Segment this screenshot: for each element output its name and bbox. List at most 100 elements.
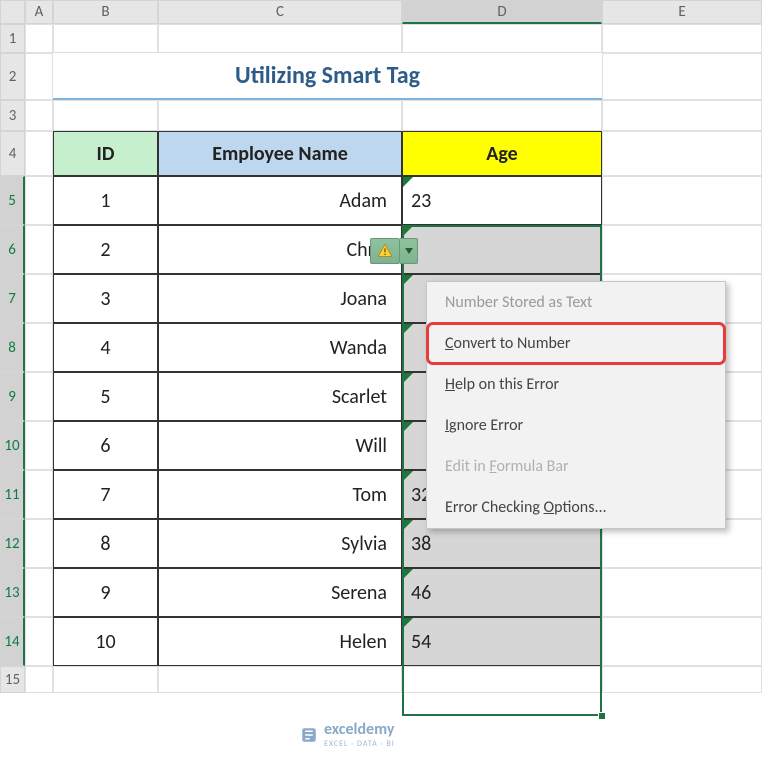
row-header-5[interactable]: 5 bbox=[0, 176, 25, 225]
menu-convert-to-number[interactable]: Convert to Number bbox=[427, 323, 725, 364]
cell[interactable] bbox=[25, 100, 53, 131]
error-indicator-icon bbox=[403, 324, 413, 334]
col-header-A[interactable]: A bbox=[25, 0, 53, 24]
smart-tag-dropdown[interactable] bbox=[400, 238, 418, 264]
cell-id[interactable]: 2 bbox=[53, 225, 158, 274]
cell[interactable] bbox=[25, 274, 53, 323]
row-header-9[interactable]: 9 bbox=[0, 372, 25, 421]
menu-title: Number Stored as Text bbox=[427, 282, 725, 323]
cell[interactable] bbox=[602, 53, 762, 100]
menu-help-on-error[interactable]: Help on this Error bbox=[427, 364, 725, 405]
cell-name[interactable]: Chris bbox=[158, 225, 402, 274]
cell-id[interactable]: 4 bbox=[53, 323, 158, 372]
cell-age[interactable]: 46 bbox=[402, 568, 602, 617]
cell-age[interactable]: 54 bbox=[402, 617, 602, 666]
cell[interactable] bbox=[25, 131, 53, 176]
menu-edit-formula-bar: Edit in Formula Bar bbox=[427, 446, 725, 487]
cell-name[interactable]: Joana bbox=[158, 274, 402, 323]
row-header-1[interactable]: 1 bbox=[0, 24, 25, 53]
cell-id[interactable]: 9 bbox=[53, 568, 158, 617]
cell-id[interactable]: 10 bbox=[53, 617, 158, 666]
error-indicator-icon bbox=[403, 471, 413, 481]
row-header-8[interactable]: 8 bbox=[0, 323, 25, 372]
cell-id[interactable]: 6 bbox=[53, 421, 158, 470]
cell-name[interactable]: Tom bbox=[158, 470, 402, 519]
cell-value: 23 bbox=[411, 189, 431, 213]
cell-name[interactable]: Wanda bbox=[158, 323, 402, 372]
cell[interactable] bbox=[25, 372, 53, 421]
row-header-7[interactable]: 7 bbox=[0, 274, 25, 323]
cell[interactable] bbox=[25, 421, 53, 470]
cell-age[interactable]: 23 bbox=[402, 176, 602, 225]
row-header-3[interactable]: 3 bbox=[0, 100, 25, 131]
cell[interactable] bbox=[25, 519, 53, 568]
cell[interactable] bbox=[602, 100, 762, 131]
cell[interactable] bbox=[25, 24, 53, 53]
cell-value: 46 bbox=[411, 581, 431, 605]
col-header-D[interactable]: D bbox=[402, 0, 602, 24]
row-header-12[interactable]: 12 bbox=[0, 519, 25, 568]
error-indicator-icon bbox=[403, 275, 413, 285]
cell[interactable] bbox=[602, 24, 762, 53]
row-header-15[interactable]: 15 bbox=[0, 666, 25, 693]
table-header-id: ID bbox=[53, 131, 158, 176]
cell[interactable] bbox=[25, 617, 53, 666]
cell[interactable] bbox=[25, 323, 53, 372]
cell-id[interactable]: 7 bbox=[53, 470, 158, 519]
menu-ignore-error[interactable]: Ignore Error bbox=[427, 405, 725, 446]
cell-name[interactable]: Will bbox=[158, 421, 402, 470]
cell-id[interactable]: 3 bbox=[53, 274, 158, 323]
smart-tag-button[interactable] bbox=[370, 238, 400, 264]
cell-name[interactable]: Adam bbox=[158, 176, 402, 225]
cell[interactable] bbox=[25, 225, 53, 274]
watermark-brand: exceldemy bbox=[324, 720, 394, 739]
cell[interactable] bbox=[25, 666, 53, 693]
col-header-B[interactable]: B bbox=[53, 0, 158, 24]
cell-id[interactable]: 1 bbox=[53, 176, 158, 225]
cell-name[interactable]: Helen bbox=[158, 617, 402, 666]
cell[interactable] bbox=[602, 131, 762, 176]
col-header-E[interactable]: E bbox=[602, 0, 762, 24]
cell[interactable] bbox=[158, 24, 402, 53]
cell-id[interactable]: 8 bbox=[53, 519, 158, 568]
cell[interactable] bbox=[158, 100, 402, 131]
cell[interactable] bbox=[602, 225, 762, 274]
cell[interactable] bbox=[602, 617, 762, 666]
row-header-4[interactable]: 4 bbox=[0, 131, 25, 176]
cell[interactable] bbox=[53, 24, 158, 53]
cell[interactable] bbox=[402, 666, 602, 693]
cell[interactable] bbox=[53, 666, 158, 693]
cell[interactable] bbox=[158, 666, 402, 693]
cell-name[interactable]: Serena bbox=[158, 568, 402, 617]
cell[interactable] bbox=[25, 470, 53, 519]
error-indicator-icon bbox=[403, 226, 413, 236]
cell-id[interactable]: 5 bbox=[53, 372, 158, 421]
row-header-2[interactable]: 2 bbox=[0, 53, 25, 100]
row-header-10[interactable]: 10 bbox=[0, 421, 25, 470]
cell-name[interactable]: Scarlet bbox=[158, 372, 402, 421]
cell[interactable] bbox=[602, 666, 762, 693]
cell[interactable] bbox=[25, 568, 53, 617]
cell[interactable] bbox=[25, 176, 53, 225]
cell-name[interactable]: Sylvia bbox=[158, 519, 402, 568]
row-header-6[interactable]: 6 bbox=[0, 225, 25, 274]
watermark-tag: EXCEL · DATA · BI bbox=[324, 739, 395, 749]
cell-age[interactable]: 27 bbox=[402, 225, 602, 274]
error-indicator-icon bbox=[403, 177, 413, 187]
row-header-11[interactable]: 11 bbox=[0, 470, 25, 519]
cell[interactable] bbox=[53, 100, 158, 131]
cell[interactable] bbox=[602, 176, 762, 225]
select-all-corner[interactable] bbox=[0, 0, 25, 24]
menu-error-checking-options[interactable]: Error Checking Options... bbox=[427, 487, 725, 528]
warning-icon bbox=[377, 243, 393, 259]
fill-handle[interactable] bbox=[598, 712, 606, 720]
cell[interactable] bbox=[602, 568, 762, 617]
row-header-13[interactable]: 13 bbox=[0, 568, 25, 617]
col-header-C[interactable]: C bbox=[158, 0, 402, 24]
row-header-14[interactable]: 14 bbox=[0, 617, 25, 666]
cell[interactable] bbox=[402, 100, 602, 131]
table-header-name: Employee Name bbox=[158, 131, 402, 176]
cell[interactable] bbox=[402, 24, 602, 53]
chevron-down-icon bbox=[405, 248, 413, 254]
cell[interactable] bbox=[25, 53, 53, 100]
